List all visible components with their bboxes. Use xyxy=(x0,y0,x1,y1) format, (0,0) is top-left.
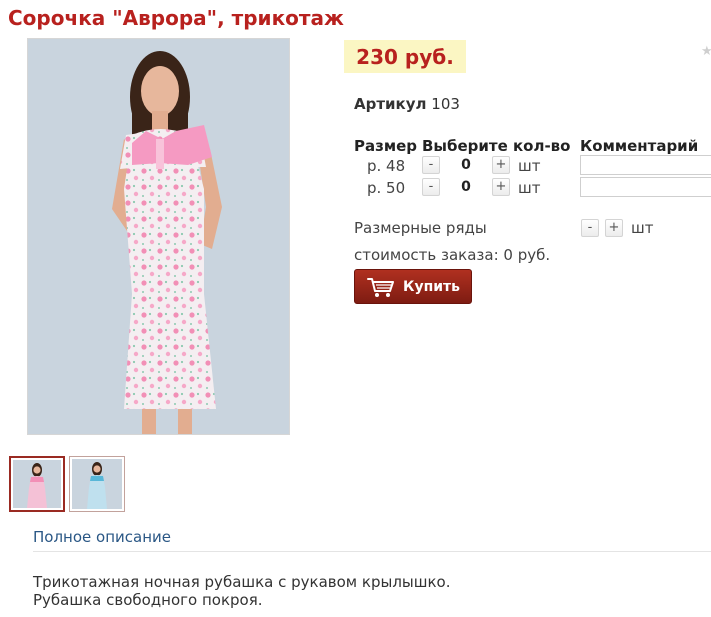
main-product-image[interactable] xyxy=(27,38,290,435)
thumbnail-pink-nightgown[interactable] xyxy=(9,456,65,512)
comment-input[interactable] xyxy=(580,177,711,197)
model-photo-illustration xyxy=(28,39,289,434)
unit-label: шт xyxy=(631,219,654,237)
comment-input[interactable] xyxy=(580,155,711,175)
decrease-quantity-button[interactable]: - xyxy=(422,178,440,196)
thumbnail-image xyxy=(13,460,61,508)
increase-quantity-button[interactable]: + xyxy=(492,156,510,174)
full-description-link[interactable]: Полное описание xyxy=(33,528,171,546)
size-ranges-label: Размерные ряды xyxy=(354,219,487,237)
buy-button[interactable]: Купить xyxy=(354,269,472,304)
increase-size-ranges-button[interactable]: + xyxy=(605,219,623,237)
decrease-size-ranges-button[interactable]: - xyxy=(581,219,599,237)
sku: Артикул 103 xyxy=(354,95,460,113)
thumbnail-image xyxy=(72,459,122,509)
quantity-column-header: Выберите кол-во xyxy=(422,137,571,155)
quantity-value[interactable]: 0 xyxy=(450,157,482,173)
size-column-header: Размер xyxy=(354,137,418,155)
comment-column-header: Комментарий xyxy=(580,137,699,155)
unit-label: шт xyxy=(518,179,541,197)
quantity-value[interactable]: 0 xyxy=(450,179,482,195)
description-line: Рубашка свободного покроя. xyxy=(33,591,263,609)
price-tag: 230 руб. xyxy=(344,40,466,73)
divider xyxy=(33,551,711,552)
sku-value: 103 xyxy=(431,95,460,113)
favorite-star-icon[interactable]: ★ xyxy=(701,44,711,59)
description-line: Трикотажная ночная рубашка с рукавом кры… xyxy=(33,573,451,591)
buy-button-label: Купить xyxy=(403,278,461,295)
thumbnail-blue-nightgown[interactable] xyxy=(69,456,125,512)
order-total: стоимость заказа: 0 руб. xyxy=(354,246,551,264)
size-ranges-row: Размерные ряды - + шт xyxy=(354,217,711,239)
sku-label: Артикул xyxy=(354,95,427,113)
size-label: р. 50 xyxy=(367,179,406,197)
size-row-48: р. 48 - 0 + шт xyxy=(354,155,711,177)
size-row-50: р. 50 - 0 + шт xyxy=(354,177,711,199)
product-title: Сорочка "Аврора", трикотаж xyxy=(8,6,344,30)
product-description: Трикотажная ночная рубашка с рукавом кры… xyxy=(33,573,450,609)
unit-label: шт xyxy=(518,157,541,175)
size-label: р. 48 xyxy=(367,157,406,175)
cart-icon xyxy=(367,277,394,297)
increase-quantity-button[interactable]: + xyxy=(492,178,510,196)
decrease-quantity-button[interactable]: - xyxy=(422,156,440,174)
